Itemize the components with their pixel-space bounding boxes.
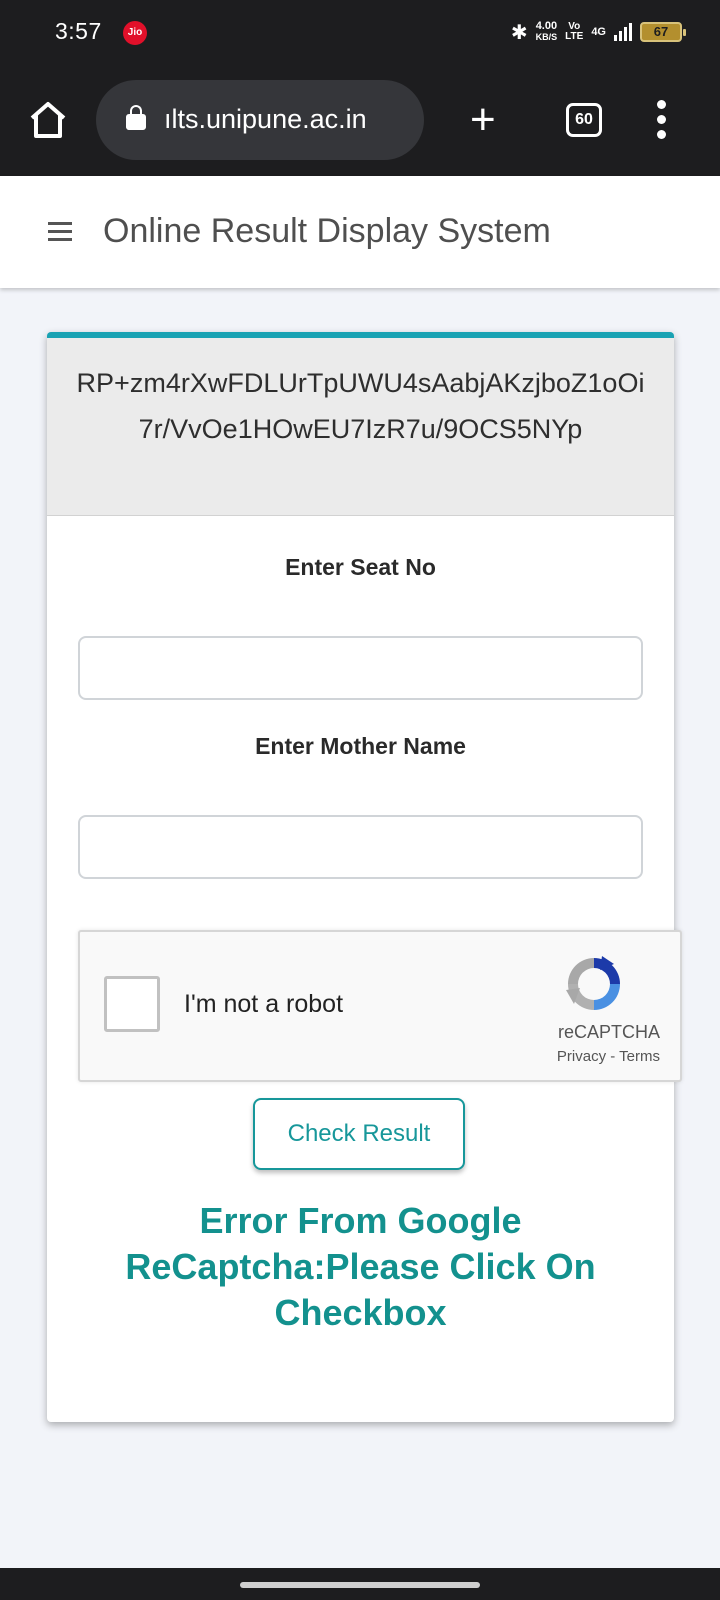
signal-icon: [614, 23, 632, 41]
menu-dot-icon: [657, 130, 666, 139]
menu-dot-icon: [657, 115, 666, 124]
page-title: Online Result Display System: [103, 212, 551, 250]
recaptcha-label: I'm not a robot: [184, 990, 344, 1018]
app-header: Online Result Display System: [0, 176, 720, 288]
recaptcha-terms-link[interactable]: Terms: [619, 1048, 660, 1065]
browser-toolbar: ılts.unipune.ac.in + 60: [0, 64, 720, 176]
net-speed-value: 4.00: [535, 20, 558, 32]
url-bar[interactable]: ılts.unipune.ac.in: [96, 80, 424, 160]
recaptcha-links: Privacy - Terms: [557, 1048, 660, 1065]
carrier-badge: Jio: [123, 21, 147, 45]
recaptcha-logo-icon: [566, 956, 620, 1010]
lock-icon: [126, 105, 146, 130]
recaptcha-checkbox[interactable]: [104, 976, 160, 1032]
seat-no-input[interactable]: [80, 638, 641, 698]
status-bar: 3:57 Jio ✱ 4.00 KB/S Vo LTE 4G 67: [0, 0, 720, 64]
recaptcha-brand: reCAPTCHA: [557, 1022, 660, 1042]
card-header: RP+zm4rXwFDLUrTpUWU4sAabjAKzjboZ1oOi7r/V…: [47, 338, 674, 516]
seat-no-field[interactable]: [78, 636, 643, 700]
error-message: Error From Google ReCaptcha:Please Click…: [125, 1200, 596, 1333]
recaptcha-privacy-link[interactable]: Privacy: [557, 1048, 606, 1065]
mother-name-label: Enter Mother Name: [255, 733, 466, 759]
gesture-handle[interactable]: [240, 1582, 480, 1588]
network-type-label: 4G: [591, 25, 606, 38]
result-form-card: RP+zm4rXwFDLUrTpUWU4sAabjAKzjboZ1oOi7r/V…: [47, 332, 682, 1422]
overflow-menu-button[interactable]: [656, 100, 668, 140]
menu-dot-icon: [657, 100, 666, 109]
status-time: 3:57: [55, 18, 102, 44]
recaptcha-link-separator: -: [606, 1048, 620, 1065]
mother-name-field[interactable]: [78, 815, 643, 879]
net-speed: 4.00 KB/S: [536, 21, 558, 43]
seat-no-label: Enter Seat No: [285, 554, 436, 580]
net-speed-unit: KB/S: [535, 32, 558, 42]
mother-name-input[interactable]: [80, 817, 641, 877]
tab-switcher-button[interactable]: 60: [566, 103, 602, 137]
gesture-nav-bar: [0, 1568, 720, 1600]
bluetooth-icon: ✱: [510, 21, 528, 44]
volte-indicator: Vo LTE: [565, 22, 583, 42]
network-type: 4G: [591, 25, 606, 38]
url-text: ılts.unipune.ac.in: [164, 104, 367, 134]
check-result-button[interactable]: Check Result: [253, 1098, 465, 1170]
volte-bottom: LTE: [565, 31, 584, 42]
status-icons: ✱ 4.00 KB/S Vo LTE 4G 67: [510, 16, 686, 48]
home-button[interactable]: [26, 98, 70, 142]
new-tab-button[interactable]: +: [470, 98, 496, 142]
encrypted-token: RP+zm4rXwFDLUrTpUWU4sAabjAKzjboZ1oOi7r/V…: [76, 368, 645, 444]
recaptcha-widget: I'm not a robot reCAPTCHA Privacy - Term…: [78, 930, 682, 1082]
battery-icon: 67: [640, 22, 686, 42]
home-icon: [30, 102, 66, 138]
hamburger-menu-icon[interactable]: [48, 222, 72, 246]
